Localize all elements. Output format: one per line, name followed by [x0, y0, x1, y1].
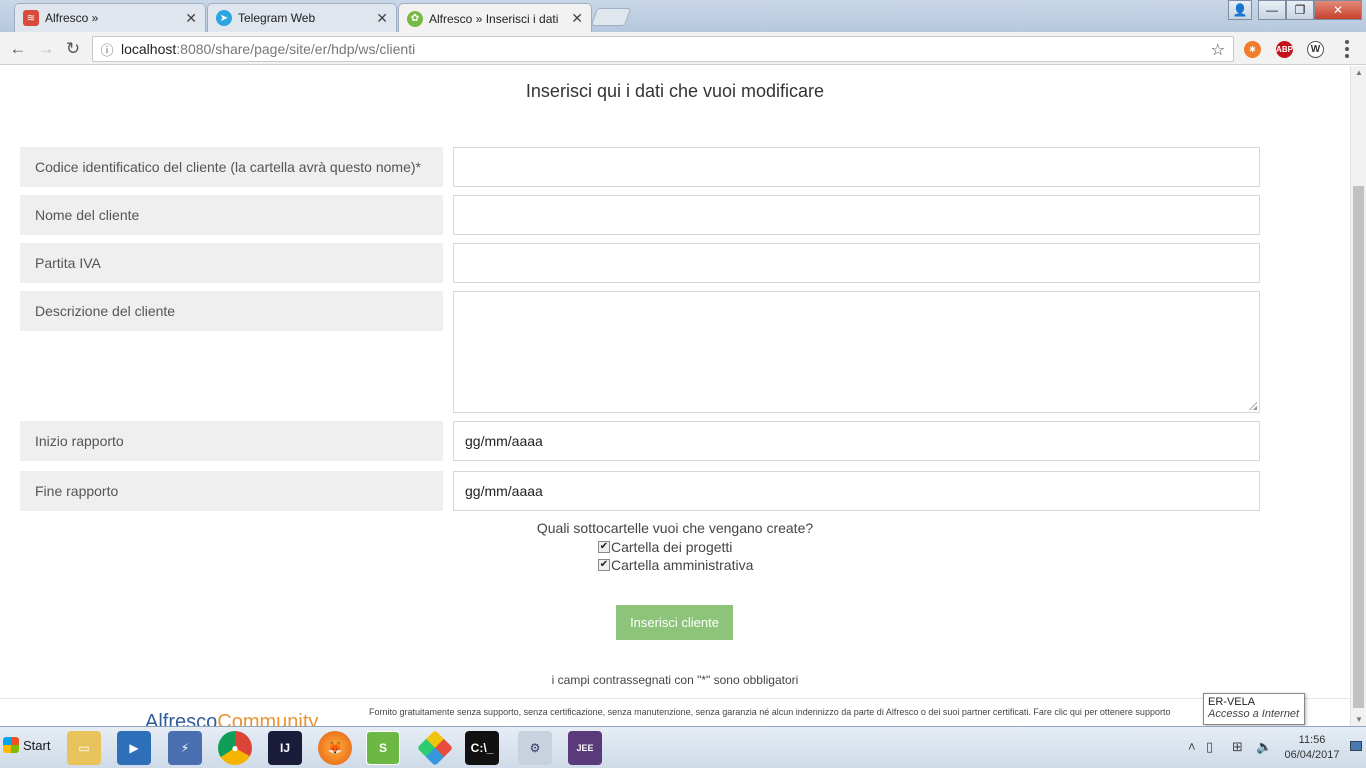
new-tab-button[interactable] — [590, 8, 632, 26]
clock[interactable]: 11:56 06/04/2017 — [1282, 733, 1342, 763]
windows-taskbar: Start ▭ ▶ ⚡ ● IJ 🦊 S C:\_ ⚙ JEE ˄ ▯ ⊞ 🔈 … — [0, 726, 1366, 768]
windows-logo-icon — [3, 737, 19, 753]
user-profile-icon[interactable]: 👤 — [1228, 0, 1252, 20]
volume-icon[interactable]: 🔈 — [1256, 739, 1272, 755]
extension-orange-icon[interactable]: ✱ — [1244, 41, 1261, 58]
intellij-idea-icon[interactable]: IJ — [268, 731, 302, 765]
minimize-button[interactable]: — — [1258, 0, 1286, 20]
page-content: Inserisci qui i dati che vuoi modificare… — [0, 66, 1350, 726]
tab-alfresco[interactable]: ≋ Alfresco » ✕ — [14, 3, 206, 32]
media-player-icon[interactable]: ▶ — [117, 731, 151, 765]
scroll-down-arrow-icon[interactable]: ▼ — [1355, 715, 1363, 724]
browser-toolbar: ← → ↻ ⓘ localhost :8080/share/page/site/… — [0, 32, 1366, 65]
close-window-button[interactable]: ✕ — [1314, 0, 1362, 20]
clock-date: 06/04/2017 — [1284, 749, 1340, 761]
nome-cliente-input[interactable] — [453, 195, 1260, 235]
page-scrollbar[interactable]: ▲ ▼ — [1350, 66, 1366, 726]
url-host: localhost — [121, 41, 177, 57]
network-status: Accesso a Internet — [1208, 708, 1300, 720]
git-icon[interactable] — [416, 729, 454, 767]
network-name: ER-VELA — [1208, 696, 1256, 708]
show-hidden-icons-icon[interactable]: ˄ — [1188, 739, 1196, 754]
adblock-plus-icon[interactable]: ABP — [1276, 41, 1293, 58]
extension-w-icon[interactable]: W — [1307, 41, 1324, 58]
java-ee-ide-icon[interactable]: JEE — [568, 731, 602, 765]
reload-icon[interactable]: ↻ — [62, 38, 84, 60]
address-bar[interactable]: ⓘ localhost :8080/share/page/site/er/hdp… — [92, 36, 1234, 62]
alfresco-flower-icon: ✿ — [407, 10, 423, 27]
tab-title: Alfresco » Inserisci i dati — [429, 11, 559, 26]
fine-rapporto-date-input[interactable]: gg/mm/aaaa — [453, 471, 1260, 511]
telegram-favicon-icon: ➤ — [216, 10, 232, 26]
command-prompt-icon[interactable]: C:\_ — [465, 731, 499, 765]
inizio-rapporto-date-input[interactable]: gg/mm/aaaa — [453, 421, 1260, 461]
settings-gear-icon[interactable]: ⚙ — [518, 731, 552, 765]
checkbox-row-amministrativa: ✔ Cartella amministrativa — [598, 557, 753, 573]
close-tab-icon[interactable]: ✕ — [571, 10, 583, 27]
cartella-progetti-checkbox[interactable]: ✔ — [598, 541, 610, 553]
label-codice-cliente: Codice identificatico del cliente (la ca… — [20, 147, 443, 187]
network-tool-icon[interactable]: ⚡ — [168, 731, 202, 765]
cartella-amministrativa-label: Cartella amministrativa — [611, 557, 754, 573]
alfresco-community-logo: AlfrescoCommunity — [145, 711, 319, 726]
firefox-icon[interactable]: 🦊 — [318, 731, 352, 765]
label-fine-rapporto: Fine rapporto — [20, 471, 443, 511]
cartella-progetti-label: Cartella dei progetti — [611, 539, 733, 555]
footer-disclaimer[interactable]: Fornito gratuitamente senza supporto, se… — [369, 707, 1170, 717]
label-nome-cliente: Nome del cliente — [20, 195, 443, 235]
label-descrizione-cliente: Descrizione del cliente — [20, 291, 443, 331]
subfolders-question: Quali sottocartelle vuoi che vengano cre… — [536, 520, 814, 536]
inserisci-cliente-button[interactable]: Inserisci cliente — [616, 605, 733, 640]
required-fields-note: i campi contrassegnati con "*" sono obbl… — [551, 673, 799, 687]
file-explorer-icon[interactable]: ▭ — [67, 731, 101, 765]
codice-cliente-input[interactable] — [453, 147, 1260, 187]
info-icon[interactable]: ⓘ — [93, 40, 121, 59]
bookmark-star-icon[interactable]: ☆ — [1211, 40, 1225, 60]
browser-menu-icon[interactable] — [1345, 40, 1349, 58]
show-desktop-icon[interactable] — [1350, 741, 1362, 751]
sublime-s-icon[interactable]: S — [366, 731, 400, 765]
forward-arrow-icon[interactable]: → — [35, 38, 57, 60]
cartella-amministrativa-checkbox[interactable]: ✔ — [598, 559, 610, 571]
start-label: Start — [23, 737, 51, 753]
system-tray: ˄ ▯ ⊞ 🔈 11:56 06/04/2017 — [1176, 727, 1366, 769]
tab-title: Telegram Web — [238, 11, 316, 25]
scrollbar-thumb[interactable] — [1353, 186, 1364, 708]
scroll-up-arrow-icon[interactable]: ▲ — [1355, 68, 1363, 77]
page-title: Inserisci qui i dati che vuoi modificare — [525, 81, 825, 101]
browser-tab-strip: ≋ Alfresco » ✕ ➤ Telegram Web ✕ ✿ Alfres… — [0, 0, 1366, 33]
start-button[interactable]: Start — [3, 737, 50, 753]
clock-time: 11:56 — [1298, 734, 1326, 746]
tab-title: Alfresco » — [45, 11, 99, 25]
adblock-label: ABP — [1276, 45, 1293, 54]
alfresco-favicon-icon: ≋ — [23, 10, 39, 26]
label-partita-iva: Partita IVA — [20, 243, 443, 283]
extension-w-label: W — [1310, 44, 1321, 55]
network-tooltip: ER-VELA Accesso a Internet — [1203, 693, 1305, 725]
page-footer: AlfrescoCommunity Fornito gratuitamente … — [0, 698, 1350, 726]
tab-alfresco-inserisci[interactable]: ✿ Alfresco » Inserisci i dati ✕ — [398, 3, 592, 33]
url-path: :8080/share/page/site/er/hdp/ws/clienti — [176, 41, 416, 57]
chrome-icon[interactable]: ● — [218, 731, 252, 765]
network-icon[interactable]: ⊞ — [1232, 739, 1243, 755]
label-inizio-rapporto: Inizio rapporto — [20, 421, 443, 461]
checkbox-row-progetti: ✔ Cartella dei progetti — [598, 539, 732, 555]
device-icon[interactable]: ▯ — [1206, 739, 1213, 755]
close-tab-icon[interactable]: ✕ — [185, 10, 197, 27]
maximize-button[interactable]: ❐ — [1286, 0, 1314, 20]
back-arrow-icon[interactable]: ← — [7, 38, 29, 60]
descrizione-cliente-textarea[interactable] — [453, 291, 1260, 413]
close-tab-icon[interactable]: ✕ — [376, 10, 388, 27]
partita-iva-input[interactable] — [453, 243, 1260, 283]
tab-telegram[interactable]: ➤ Telegram Web ✕ — [207, 3, 397, 32]
